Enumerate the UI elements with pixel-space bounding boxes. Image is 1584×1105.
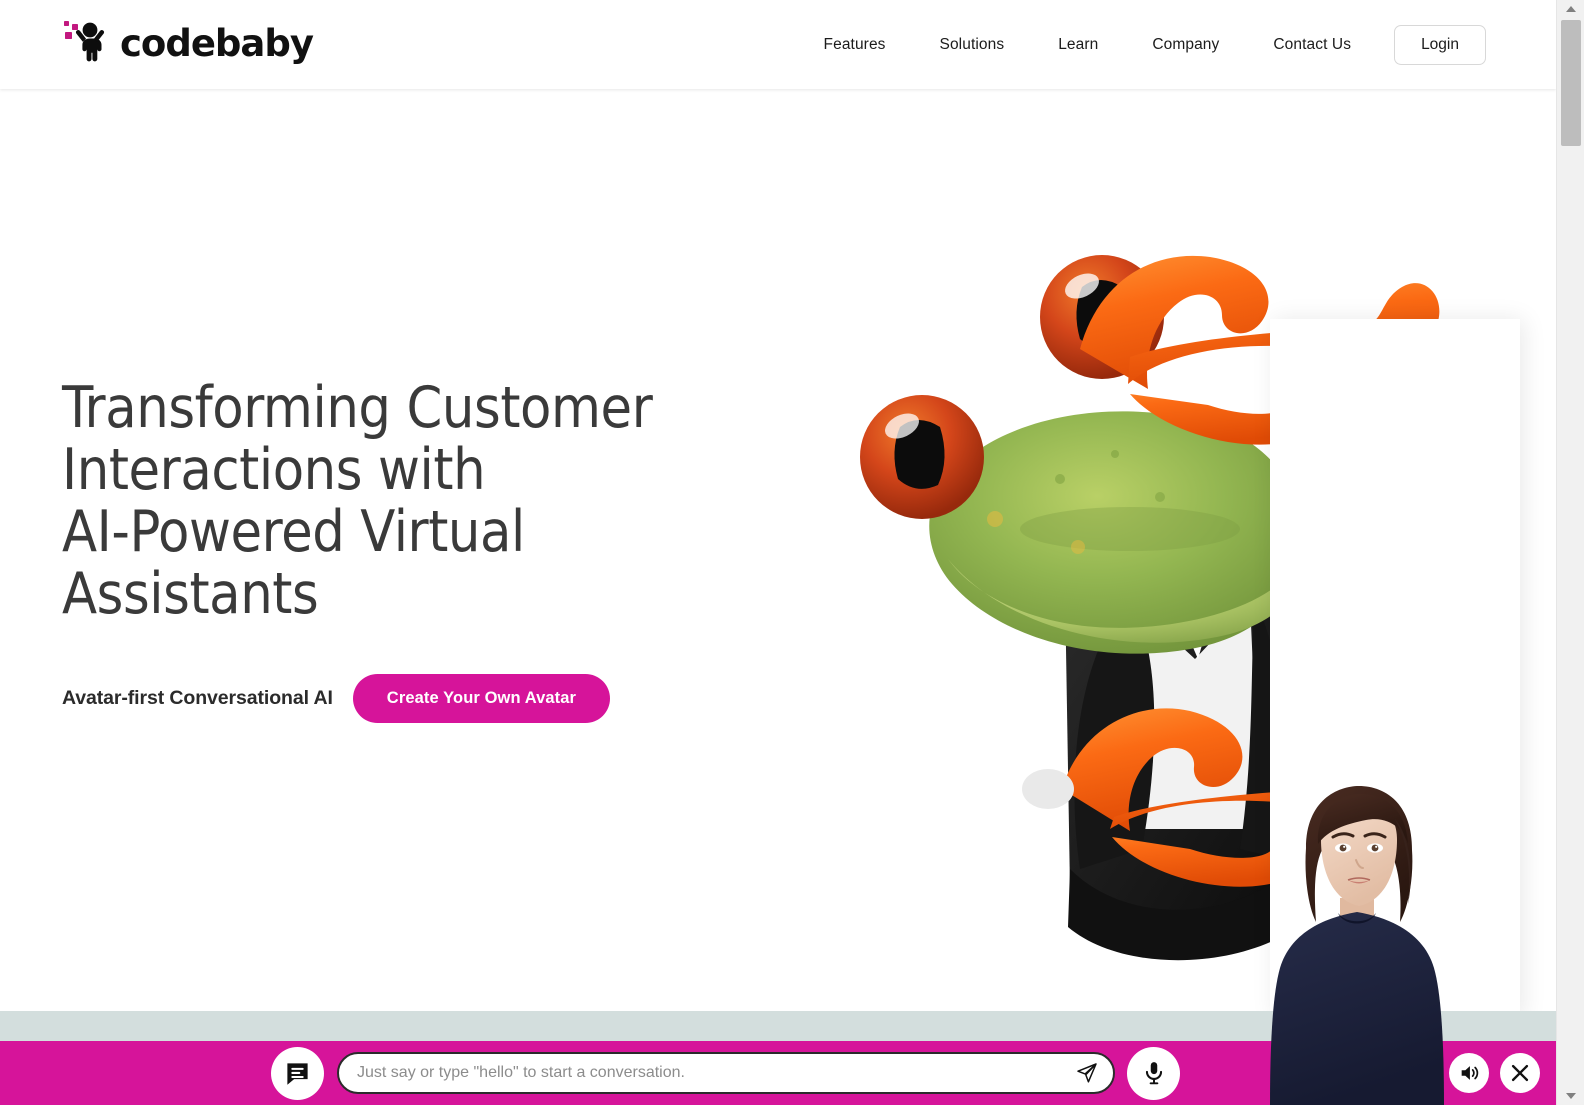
codebaby-logo[interactable]: codebaby <box>62 18 314 70</box>
nav-contact-us[interactable]: Contact Us <box>1246 36 1378 54</box>
scroll-thumb[interactable] <box>1561 20 1581 146</box>
create-your-own-avatar-button[interactable]: Create Your Own Avatar <box>352 673 611 723</box>
microphone-icon[interactable] <box>1127 1046 1180 1100</box>
browser-viewport: codebaby Features Solutions Learn Compan… <box>0 0 1556 1105</box>
scroll-up-arrow[interactable] <box>1557 0 1584 18</box>
main-navigation: Features Solutions Learn Company Contact… <box>797 0 1486 89</box>
bottom-band <box>0 1011 1556 1041</box>
nav-solutions[interactable]: Solutions <box>913 36 1032 54</box>
nav-features[interactable]: Features <box>797 36 913 54</box>
speaker-volume-icon[interactable] <box>1449 1053 1489 1093</box>
scroll-down-arrow[interactable] <box>1557 1087 1584 1105</box>
frog-mascot-illustration <box>830 229 1556 1011</box>
page-title: Transforming Customer Interactions with … <box>62 375 653 628</box>
hero-tagline: Avatar-first Conversational AI <box>62 686 333 709</box>
send-paper-plane-icon[interactable] <box>1075 1061 1113 1085</box>
hero-cta-row: Avatar-first Conversational AI Create Yo… <box>62 673 762 723</box>
codebaby-figure-icon <box>62 18 118 70</box>
chat-right-controls <box>1398 1041 1540 1105</box>
codebaby-logo-text: codebaby <box>120 22 314 65</box>
chat-input[interactable] <box>339 1064 1075 1082</box>
nav-company[interactable]: Company <box>1125 36 1246 54</box>
white-panel <box>1270 319 1520 1011</box>
hero-section: Transforming Customer Interactions with … <box>0 89 1556 1011</box>
chat-bubble-icon[interactable] <box>271 1046 324 1100</box>
close-x-icon[interactable] <box>1500 1053 1540 1093</box>
frog-eye-left <box>860 395 984 519</box>
frog-head <box>929 411 1303 654</box>
site-header: codebaby Features Solutions Learn Compan… <box>0 0 1556 89</box>
chat-bar <box>0 1041 1556 1105</box>
page-scrollbar[interactable] <box>1556 0 1584 1105</box>
nav-learn[interactable]: Learn <box>1031 36 1125 54</box>
chat-input-wrap <box>337 1052 1115 1094</box>
page-root: codebaby Features Solutions Learn Compan… <box>0 0 1584 1105</box>
hero-copy: Transforming Customer Interactions with … <box>62 377 762 723</box>
login-button[interactable]: Login <box>1394 24 1486 65</box>
chat-option-icon[interactable] <box>1398 1053 1438 1093</box>
